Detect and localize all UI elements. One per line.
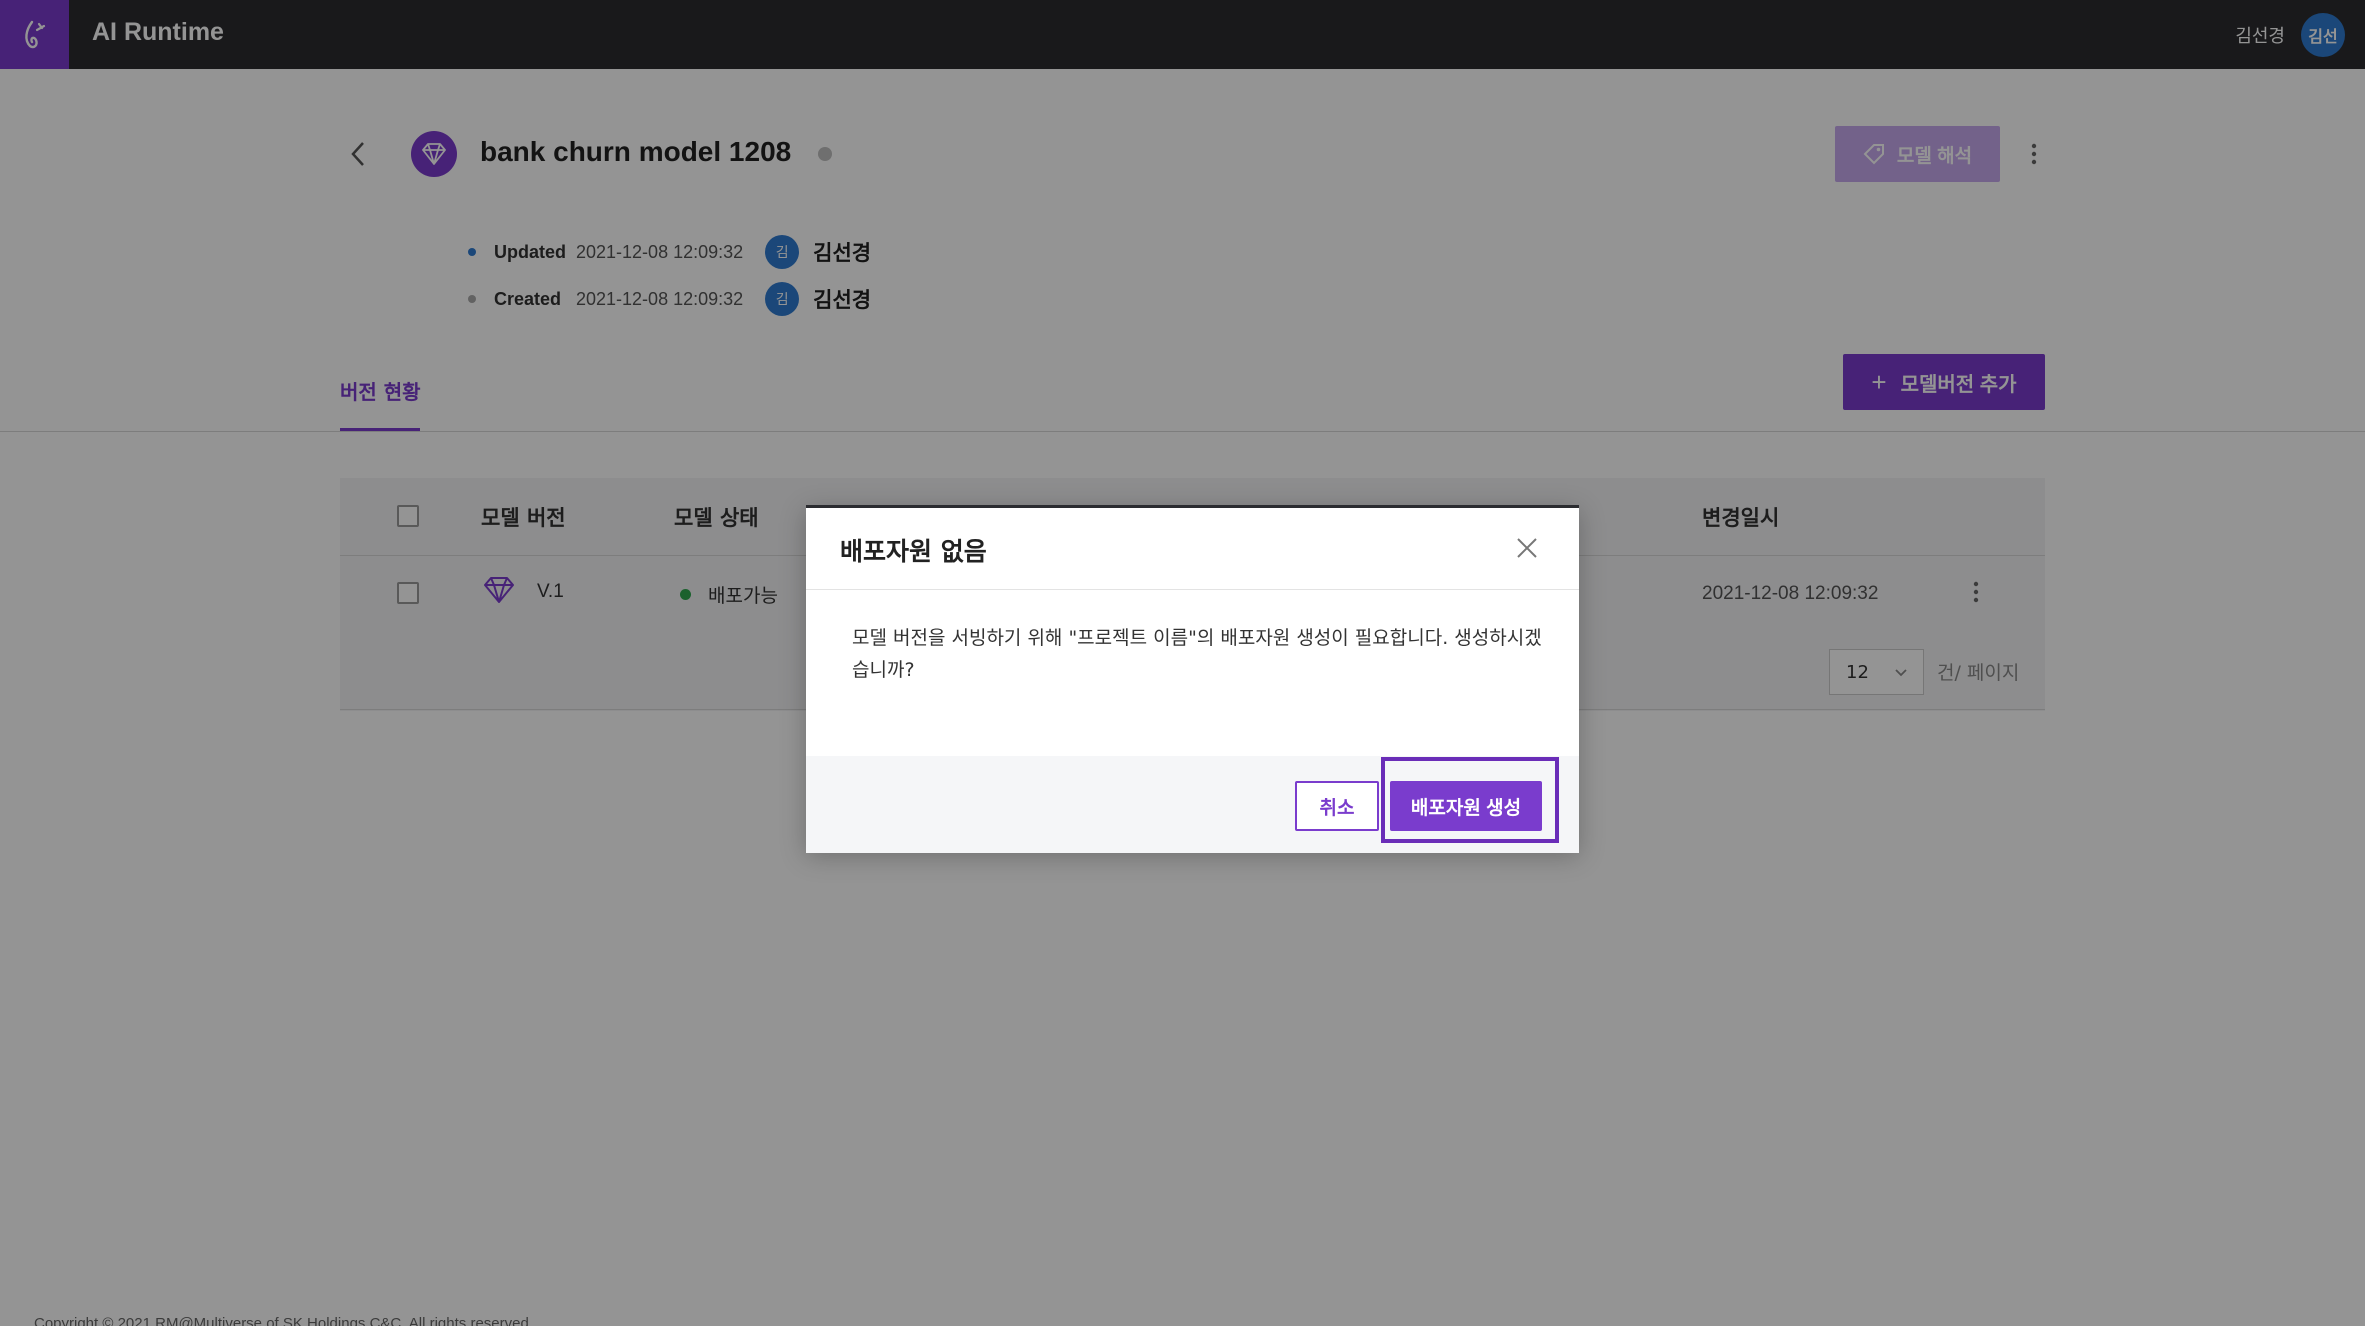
no-resource-dialog: 배포자원 없음 모델 버전을 서빙하기 위해 "프로젝트 이름"의 배포자원 생…	[806, 505, 1579, 853]
dialog-divider	[806, 589, 1579, 590]
close-icon[interactable]	[1512, 533, 1542, 563]
dialog-title: 배포자원 없음	[840, 537, 987, 566]
dialog-footer: 취소 배포자원 생성	[806, 756, 1579, 853]
cancel-button[interactable]: 취소	[1295, 781, 1379, 831]
dialog-message: 모델 버전을 서빙하기 위해 "프로젝트 이름"의 배포자원 생성이 필요합니다…	[852, 627, 1542, 681]
create-resource-button[interactable]: 배포자원 생성	[1390, 781, 1542, 831]
